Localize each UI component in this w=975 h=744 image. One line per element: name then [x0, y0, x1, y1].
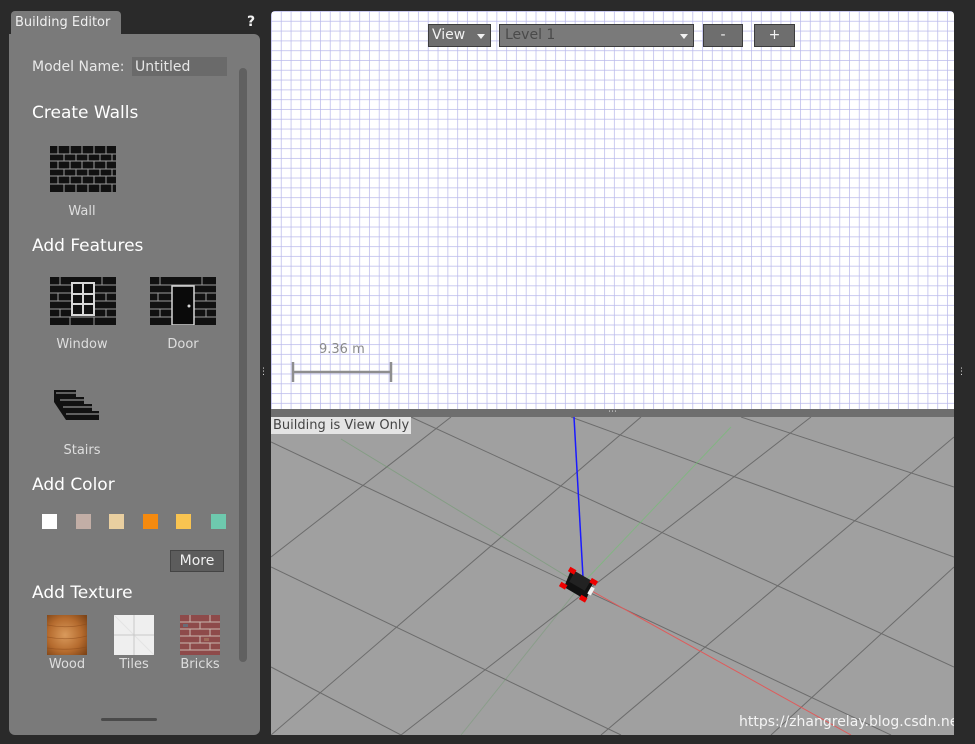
chevron-down-icon — [477, 34, 485, 39]
create-walls-heading: Create Walls — [32, 103, 139, 123]
color-swatch[interactable] — [42, 514, 57, 529]
editor-2d-view[interactable]: View Level 1 - + 9.36 m — [271, 11, 954, 409]
stairs-label: Stairs — [63, 443, 101, 458]
add-features-heading: Add Features — [32, 236, 144, 256]
left-splitter-grip-icon[interactable]: ⋮ — [259, 368, 268, 377]
panel-resize-handle[interactable] — [101, 718, 157, 721]
chevron-down-icon — [680, 34, 688, 39]
watermark-text: https://zhangrelay.blog.csdn.net — [739, 714, 954, 730]
scale-label: 9.36 m — [319, 342, 365, 357]
building-editor-window: Building Editor ? Model Name: Create Wal… — [0, 0, 975, 744]
building-editor-tab[interactable]: Building Editor — [11, 11, 121, 35]
more-colors-button[interactable]: More — [170, 550, 224, 572]
scene-3d-canvas[interactable] — [271, 417, 954, 735]
wood-texture-icon[interactable] — [47, 615, 87, 655]
scale-bar — [291, 362, 393, 382]
color-swatch[interactable] — [176, 514, 191, 529]
color-swatch[interactable] — [143, 514, 158, 529]
window-icon[interactable] — [50, 277, 116, 325]
add-texture-heading: Add Texture — [32, 583, 133, 603]
model-name-field[interactable] — [132, 57, 227, 76]
scene-3d-view[interactable]: Building is View Only https://zhangrelay… — [271, 417, 954, 735]
color-swatch[interactable] — [76, 514, 91, 529]
view-dropdown[interactable]: View — [428, 24, 491, 47]
color-swatch[interactable] — [109, 514, 124, 529]
view-splitter[interactable]: ⋯ — [271, 407, 954, 417]
level-dropdown[interactable]: Level 1 — [499, 24, 694, 47]
splitter-grip-icon: ⋯ — [608, 407, 617, 417]
add-color-heading: Add Color — [32, 475, 115, 495]
right-splitter-grip-icon[interactable]: ⋮ — [957, 368, 966, 377]
building-editor-panel: Model Name: Create Walls Wall Add Featur… — [9, 34, 260, 735]
model-name-label: Model Name: — [32, 59, 125, 75]
help-button[interactable]: ? — [247, 14, 255, 30]
wall-icon[interactable] — [50, 146, 116, 192]
add-level-button[interactable]: + — [754, 24, 795, 47]
color-swatch[interactable] — [211, 514, 226, 529]
door-label: Door — [167, 337, 199, 352]
window-label: Window — [56, 337, 108, 352]
tiles-texture-icon[interactable] — [114, 615, 154, 655]
wall-label: Wall — [68, 204, 96, 219]
level-dropdown-label: Level 1 — [505, 27, 556, 43]
bricks-texture-icon[interactable] — [180, 615, 220, 655]
view-only-status: Building is View Only — [271, 417, 412, 434]
panel-scrollbar[interactable] — [239, 68, 247, 662]
door-icon[interactable] — [150, 277, 216, 325]
view-dropdown-label: View — [432, 27, 466, 43]
remove-level-button[interactable]: - — [703, 24, 743, 47]
texture-label: Bricks — [180, 657, 220, 672]
stairs-icon[interactable] — [52, 388, 100, 422]
